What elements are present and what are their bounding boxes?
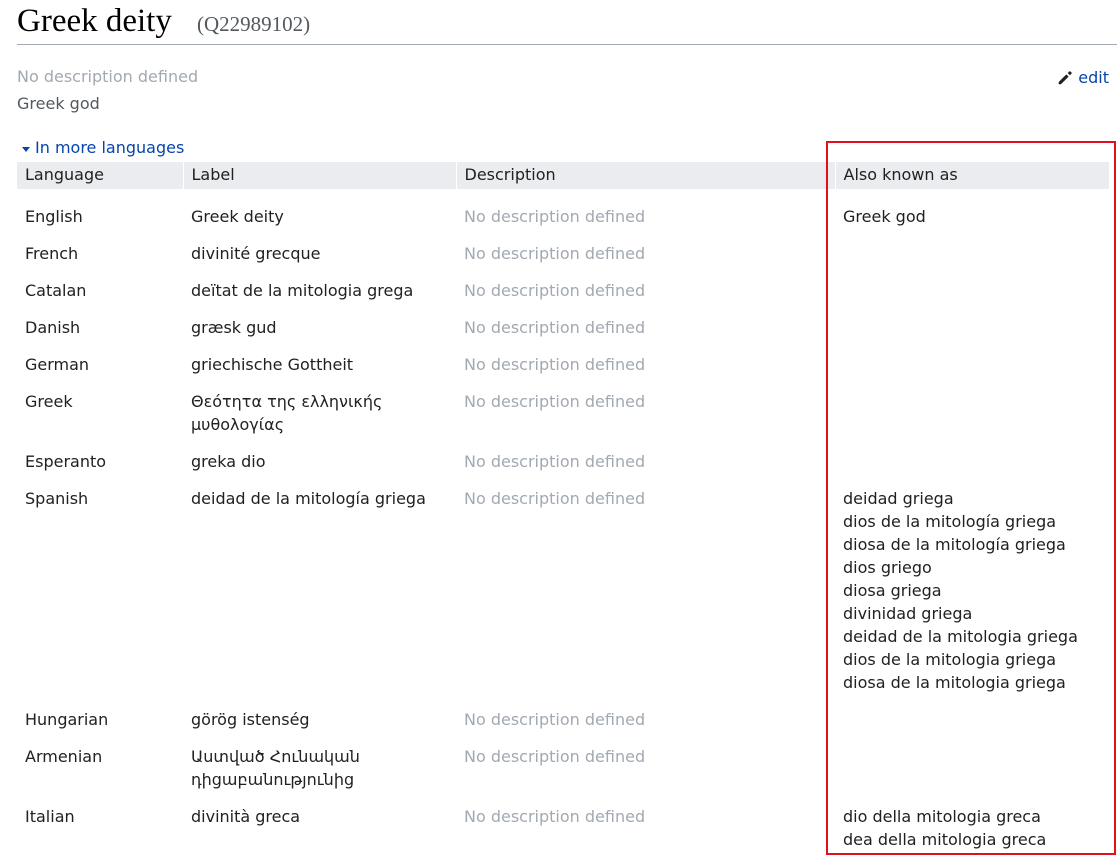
more-languages-toggle[interactable]: In more languages [22, 137, 184, 159]
edit-label: edit [1078, 68, 1109, 87]
description-cell: No description defined [464, 355, 646, 374]
aliases-cell [835, 353, 1109, 390]
table-row: Spanish deidad de la mitología griega No d… [17, 487, 1109, 708]
alias-item: Greek god [843, 207, 926, 226]
table-row: Esperanto greka dio No description defined [17, 450, 1109, 487]
table-row: French divinité grecque No description def… [17, 242, 1109, 279]
aliases-cell [835, 316, 1109, 353]
table-row: Italian divinità greca No description defi… [17, 805, 1109, 865]
description-cell: No description defined [464, 489, 646, 508]
item-description: No description defined [17, 67, 199, 86]
label-cell: deidad de la mitología griega [191, 489, 426, 508]
aliases-cell [835, 279, 1109, 316]
language-cell: Armenian [25, 747, 103, 766]
table-row: Greek Θεότητα της ελληνικής μυθολογίας No … [17, 390, 1109, 450]
label-cell: Θεότητα της ελληνικής μυθολογίας [191, 392, 383, 434]
aliases-cell: dio della mitologia greca dea della mitol… [835, 805, 1109, 865]
aliases-cell: deidad griega dios de la mitología griega… [835, 487, 1109, 708]
alias-item: deidad griega [843, 489, 954, 508]
label-cell: Greek deity [191, 207, 284, 226]
caret-down-icon [22, 146, 30, 152]
language-cell: Greek [25, 392, 73, 411]
alias-item: dios de la mitologia griega [843, 650, 1057, 669]
table-row: English Greek deity No description defined… [17, 189, 1109, 242]
label-cell: divinité grecque [191, 244, 321, 263]
alias-item: dios de la mitología griega [843, 512, 1057, 531]
edit-button[interactable]: edit [1056, 67, 1109, 89]
column-header-aliases: Also known as [834, 162, 1109, 189]
languages-table: Language Label Description Also known as… [17, 162, 1109, 865]
table-row: Danish græsk gud No description defined [17, 316, 1109, 353]
item-alias: Greek god [17, 94, 100, 113]
description-cell: No description defined [464, 281, 646, 300]
column-header-description: Description [455, 162, 835, 189]
table-row: Hungarian görög istenség No description de… [17, 708, 1109, 745]
aliases-cell [835, 745, 1109, 805]
label-cell: greka dio [191, 452, 266, 471]
table-header-row: Language Label Description Also known as [17, 162, 1109, 189]
label-cell: græsk gud [191, 318, 277, 337]
label-cell: divinità greca [191, 807, 301, 826]
language-cell: English [25, 207, 83, 226]
table-row: German griechische Gottheit No description… [17, 353, 1109, 390]
pencil-icon [1056, 69, 1074, 87]
label-cell: deïtat de la mitologia grega [191, 281, 414, 300]
alias-item: diosa de la mitología griega [843, 535, 1066, 554]
description-cell: No description defined [464, 710, 646, 729]
aliases-cell [835, 708, 1109, 745]
alias-item: diosa griega [843, 581, 942, 600]
language-cell: Italian [25, 807, 75, 826]
table-row: Catalan deïtat de la mitologia grega No de… [17, 279, 1109, 316]
alias-item: diosa de la mitologia griega [843, 673, 1066, 692]
language-cell: Hungarian [25, 710, 109, 729]
more-languages-label: In more languages [35, 138, 185, 157]
description-cell: No description defined [464, 452, 646, 471]
description-cell: No description defined [464, 207, 646, 226]
alias-item: dios griego [843, 558, 932, 577]
page-header: Greek deity (Q22989102) [17, 0, 1117, 45]
language-cell: French [25, 244, 79, 263]
description-cell: No description defined [464, 747, 646, 766]
aliases-cell [835, 390, 1109, 450]
description-cell: No description defined [464, 318, 646, 337]
column-header-language: Language [17, 162, 183, 189]
alias-item: dio della mitologia greca [843, 807, 1041, 826]
table-row: Armenian Աստված Հունական դիցաբանությունից… [17, 745, 1109, 805]
language-cell: Esperanto [25, 452, 107, 471]
aliases-cell: Greek god [835, 189, 1109, 242]
language-cell: Danish [25, 318, 81, 337]
language-cell: Spanish [25, 489, 89, 508]
label-cell: griechische Gottheit [191, 355, 354, 374]
alias-item: dea della mitologia greca [843, 830, 1047, 849]
label-cell: Աստված Հունական դիցաբանությունից [191, 747, 360, 789]
aliases-cell [835, 450, 1109, 487]
description-cell: No description defined [464, 807, 646, 826]
label-cell: görög istenség [191, 710, 310, 729]
alias-item: deidad de la mitologia griega [843, 627, 1078, 646]
column-header-label: Label [182, 162, 456, 189]
alias-item: divinidad griega [843, 604, 973, 623]
page-title: Greek deity [17, 3, 172, 39]
description-cell: No description defined [464, 244, 646, 263]
description-cell: No description defined [464, 392, 646, 411]
language-cell: Catalan [25, 281, 87, 300]
item-id: (Q22989102) [197, 12, 311, 36]
language-cell: German [25, 355, 90, 374]
aliases-cell [835, 242, 1109, 279]
